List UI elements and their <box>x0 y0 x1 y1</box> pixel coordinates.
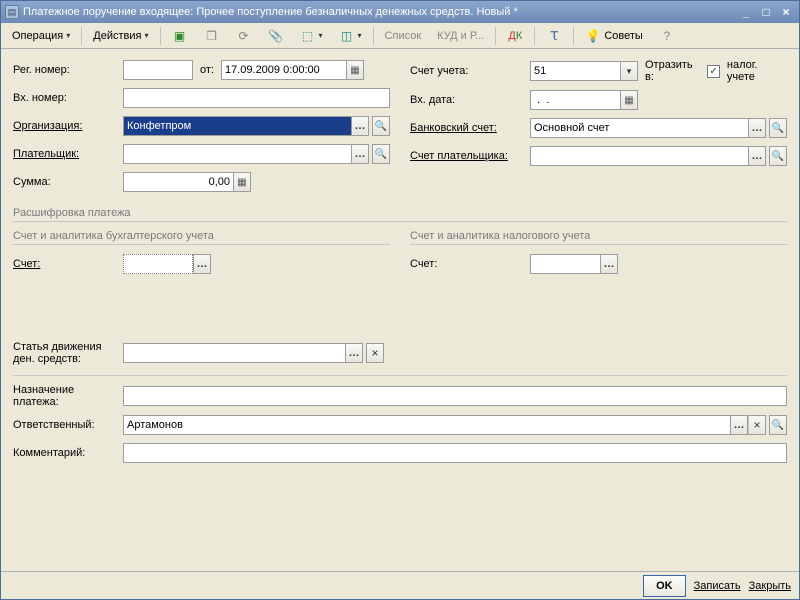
payer-search-button[interactable] <box>372 144 390 164</box>
org-label: Организация: <box>13 120 123 132</box>
responsible-input[interactable] <box>123 415 730 435</box>
titlebar: ▤ Платежное поручение входящее: Прочее п… <box>1 1 799 23</box>
refresh-icon: ⟳ <box>236 28 252 44</box>
toolbar: Операция▾ Действия▾ ▣ ❐ ⟳ 📎 ⬚▾ ◫▾ Список… <box>1 23 799 49</box>
toolbar-btn-structure[interactable]: ⬚▾ <box>293 26 330 46</box>
in-date-input[interactable] <box>530 90 620 110</box>
tax-checkbox[interactable] <box>707 65 720 78</box>
movement-select[interactable] <box>345 343 363 363</box>
basis-icon: ◫ <box>339 28 355 44</box>
toolbar-btn-clip[interactable]: 📎 <box>261 26 291 46</box>
account-input[interactable] <box>530 61 620 81</box>
payer-acc-search[interactable] <box>769 146 787 166</box>
org-input[interactable] <box>123 116 351 136</box>
left-column: Рег. номер: от: Вх. номер: <box>13 59 390 199</box>
tax-label: налог. учете <box>727 59 787 83</box>
reg-date-input[interactable] <box>221 60 346 80</box>
breakdown-header: Расшифровка платежа <box>13 207 787 219</box>
account-dropdown[interactable] <box>620 61 638 81</box>
in-no-label: Вх. номер: <box>13 92 123 104</box>
form-area: Рег. номер: от: Вх. номер: <box>1 49 799 571</box>
sum-calc-button[interactable] <box>233 172 251 192</box>
toolbar-help[interactable]: ? <box>652 26 682 46</box>
reg-no-input[interactable] <box>123 60 193 80</box>
comment-label: Комментарий: <box>13 447 123 459</box>
close-window-button[interactable]: × <box>777 4 795 20</box>
toolbar-btn-basis[interactable]: ◫▾ <box>332 26 369 46</box>
toolbar-btn-tt[interactable]: Ꚍ <box>539 26 569 46</box>
save-icon: ▣ <box>172 28 188 44</box>
responsible-clear[interactable] <box>748 415 766 435</box>
toolbar-list[interactable]: Список <box>378 26 429 46</box>
window-title: Платежное поручение входящее: Прочее пос… <box>23 6 737 18</box>
responsible-label: Ответственный: <box>13 419 123 431</box>
movement-input[interactable] <box>123 343 345 363</box>
toolbar-kudir[interactable]: КУД и Р... <box>430 26 491 46</box>
reg-no-label: Рег. номер: <box>13 64 123 76</box>
schet-right-input[interactable] <box>530 254 600 274</box>
responsible-select[interactable] <box>730 415 748 435</box>
schet-left-select[interactable] <box>193 254 211 274</box>
payer-acc-label: Счет плательщика: <box>410 150 530 162</box>
schet-left-input[interactable] <box>123 254 193 274</box>
reg-date-calendar[interactable] <box>346 60 364 80</box>
purpose-label: Назначениеплатежа: <box>13 384 123 408</box>
movement-label: Статья движенияден. средств: <box>13 341 123 365</box>
help-icon: ? <box>659 28 675 44</box>
payment-order-window: ▤ Платежное поручение входящее: Прочее п… <box>0 0 800 600</box>
bank-account-input[interactable] <box>530 118 748 138</box>
in-date-label: Вх. дата: <box>410 94 530 106</box>
save-button[interactable]: Записать <box>694 580 741 592</box>
actions-menu[interactable]: Действия▾ <box>86 26 155 46</box>
org-select-button[interactable] <box>351 116 369 136</box>
toolbar-btn-refresh[interactable]: ⟳ <box>229 26 259 46</box>
from-label: от: <box>200 64 214 76</box>
toolbar-tips[interactable]: 💡 Советы <box>578 26 649 46</box>
minimize-button[interactable]: _ <box>737 4 755 20</box>
copy-icon: ❐ <box>204 28 220 44</box>
toolbar-btn-dk[interactable]: ДК <box>500 26 530 46</box>
operation-menu[interactable]: Операция▾ <box>5 26 77 46</box>
toolbar-btn-save[interactable]: ▣ <box>165 26 195 46</box>
schet-label-left: Счет: <box>13 258 123 270</box>
ok-button[interactable]: OK <box>643 575 686 597</box>
tax-analytics-header: Счет и аналитика налогового учета <box>410 230 787 242</box>
bank-account-label: Банковский счет: <box>410 122 530 134</box>
org-search-button[interactable] <box>372 116 390 136</box>
payer-acc-input[interactable] <box>530 146 748 166</box>
purpose-input[interactable] <box>123 386 787 406</box>
comment-input[interactable] <box>123 443 787 463</box>
bank-account-search[interactable] <box>769 118 787 138</box>
payer-acc-select[interactable] <box>748 146 766 166</box>
bulb-icon: 💡 <box>585 28 601 44</box>
payer-select-button[interactable] <box>351 144 369 164</box>
in-date-calendar[interactable] <box>620 90 638 110</box>
bank-account-select[interactable] <box>748 118 766 138</box>
close-button[interactable]: Закрыть <box>749 580 791 592</box>
bottom-bar: OK Записать Закрыть <box>1 571 799 599</box>
movement-clear[interactable] <box>366 343 384 363</box>
right-column: Счет учета: Отразить в: налог. учете <box>410 59 787 199</box>
in-no-input[interactable] <box>123 88 390 108</box>
reflect-label: Отразить в: <box>645 59 703 83</box>
responsible-search[interactable] <box>769 415 787 435</box>
payer-input[interactable] <box>123 144 351 164</box>
dk-icon: ДК <box>507 28 523 44</box>
structure-icon: ⬚ <box>300 28 316 44</box>
sum-input[interactable] <box>123 172 233 192</box>
schet-label-right: Счет: <box>410 258 530 270</box>
clip-icon: 📎 <box>268 28 284 44</box>
toolbar-btn-copy[interactable]: ❐ <box>197 26 227 46</box>
account-label: Счет учета: <box>410 65 530 77</box>
acc-analytics-header: Счет и аналитика бухгалтерского учета <box>13 230 390 242</box>
app-icon: ▤ <box>5 5 19 19</box>
maximize-button[interactable]: □ <box>757 4 775 20</box>
schet-right-select[interactable] <box>600 254 618 274</box>
payer-label: Плательщик: <box>13 148 123 160</box>
sum-label: Сумма: <box>13 176 123 188</box>
tt-icon: Ꚍ <box>546 28 562 44</box>
